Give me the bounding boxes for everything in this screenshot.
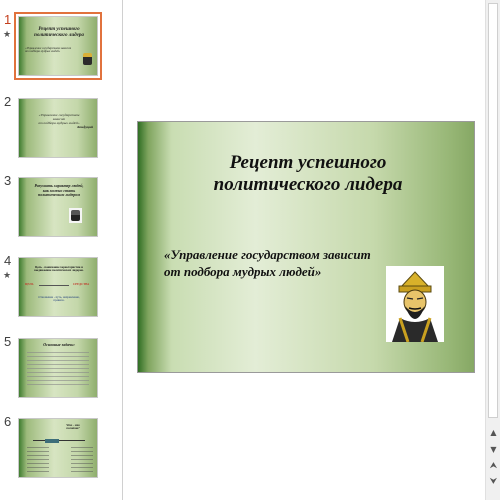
thumb-author: Конфуций xyxy=(77,125,93,130)
thumbnail-row-3[interactable]: 3 Разузнать характер людей, как можно ст… xyxy=(0,173,122,249)
thumb-text-line: политическим лидером xyxy=(38,192,80,198)
thumb-title-line: политического лидера xyxy=(34,32,84,38)
thumb-text-line: выдвижение политических лидеров. xyxy=(34,268,84,273)
slide-thumbnail-3[interactable]: Разузнать характер людей, как можно стат… xyxy=(18,177,98,237)
thumbnail-row-5[interactable]: 5 Основные задачи: xyxy=(0,334,122,410)
slide-editing-area[interactable]: Рецепт успешного политического лидера «У… xyxy=(123,0,485,500)
scrollbar-thumb[interactable] xyxy=(488,3,498,418)
slide-title-line: Рецепт успешного xyxy=(229,152,387,173)
thumb-text-line: политик? xyxy=(66,426,80,431)
slide-thumbnail-4[interactable]: Цель - понимание характеристик и выдвиже… xyxy=(18,257,98,317)
thumb-label: СРЕДСТВА xyxy=(73,282,90,286)
next-slide-icon[interactable]: ⮟ xyxy=(486,476,500,489)
slide-quote-line: от подбора мудрых людей» xyxy=(164,264,322,279)
thumb-heading: Основные задачи: xyxy=(43,342,75,347)
star-icon: ★ xyxy=(3,30,12,40)
thumbnail-row-4[interactable]: 4 ★ Цель - понимание характеристик и выд… xyxy=(0,253,122,329)
previous-slide-icon[interactable]: ⮝ xyxy=(486,460,500,473)
slide-number: 6 xyxy=(4,414,12,429)
slide-quote-line: «Управление государством зависит xyxy=(164,247,371,262)
thumbnail-row-1[interactable]: 1 ★ Рецепт успешного политического лидер… xyxy=(0,12,122,88)
current-slide[interactable]: Рецепт успешного политического лидера «У… xyxy=(137,121,475,373)
star-icon: ★ xyxy=(3,271,12,281)
thumb-text-block xyxy=(27,447,49,473)
slide-number: 3 xyxy=(4,173,12,188)
confucius-portrait[interactable] xyxy=(386,266,444,343)
thumbnail-row-2[interactable]: 2 «Управление государством зависит от по… xyxy=(0,94,122,170)
vertical-scrollbar[interactable]: ▲ ▼ ⮝ ⮟ xyxy=(485,0,500,500)
scroll-down-icon[interactable]: ▼ xyxy=(486,443,500,456)
thumbnail-row-6[interactable]: 6 Что - это политик? xyxy=(0,414,122,490)
thumb-label: ЦЕЛЬ xyxy=(25,282,34,286)
slide-thumbnail-1[interactable]: Рецепт успешного политического лидера «У… xyxy=(14,12,102,80)
portrait-thumb-icon xyxy=(69,208,82,223)
thumb-quote-line: от подбора мудрых людей» xyxy=(25,49,61,54)
portrait-thumb-icon xyxy=(83,53,92,65)
slide-number: 1 xyxy=(4,12,12,27)
slide-number: 5 xyxy=(4,334,12,349)
thumb-arrow xyxy=(39,285,69,286)
thumb-bullets xyxy=(27,352,89,388)
slide-thumbnail-pane[interactable]: 1 ★ Рецепт успешного политического лидер… xyxy=(0,0,123,500)
thumb-shape xyxy=(45,439,59,443)
thumb-text-block xyxy=(71,447,93,473)
slide-thumbnail-2[interactable]: «Управление государством зависит от подб… xyxy=(18,98,98,158)
thumb-text-line: правила. xyxy=(53,298,65,303)
slide-title[interactable]: Рецепт успешного политического лидера xyxy=(178,152,438,196)
slide-number: 2 xyxy=(4,94,12,109)
slide-quote[interactable]: «Управление государством зависит от подб… xyxy=(164,246,414,280)
scroll-up-icon[interactable]: ▲ xyxy=(486,426,500,439)
portrait-icon xyxy=(386,266,444,343)
slide-thumbnail-6[interactable]: Что - это политик? xyxy=(18,418,98,478)
slide-title-line: политического лидера xyxy=(213,174,403,195)
slide-number: 4 xyxy=(4,253,12,268)
thumb-connector xyxy=(33,440,85,441)
slide-thumbnail-5[interactable]: Основные задачи: xyxy=(18,338,98,398)
